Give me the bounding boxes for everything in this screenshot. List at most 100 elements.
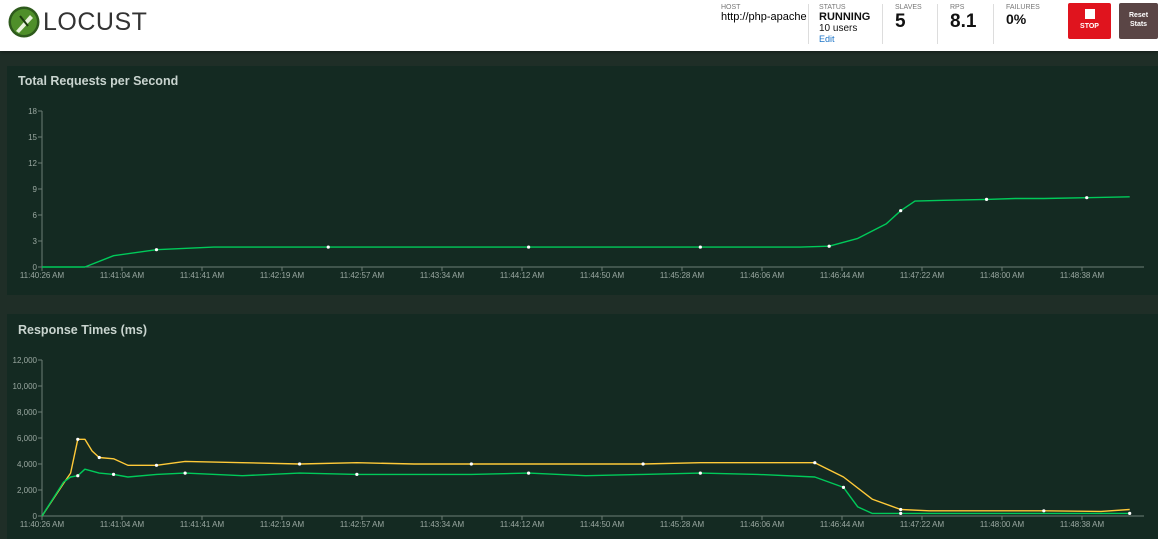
divider [937,4,938,44]
stop-label: STOP [1080,23,1099,30]
y-tick-label: 6 [33,211,38,220]
locust-logo-icon [8,6,40,38]
response-time-chart: 02,0004,0006,0008,00010,00012,00011:40:2… [13,356,1144,529]
data-point [1085,196,1089,200]
x-tick-label: 11:48:38 AM [1060,520,1105,529]
x-tick-label: 11:42:19 AM [260,271,305,280]
host-stat: HOST http://php-apache [721,4,807,23]
data-point [813,461,817,465]
data-point [183,471,187,475]
series-line [41,438,1130,517]
x-tick-label: 11:48:00 AM [980,271,1025,280]
status-label: STATUS [819,4,846,11]
data-point [111,472,116,476]
failures-stat: FAILURES 0% [1006,4,1040,27]
x-tick-label: 11:46:44 AM [820,271,865,280]
x-tick-label: 11:47:22 AM [900,271,945,280]
x-tick-label: 11:45:28 AM [660,271,705,280]
x-tick-label: 11:44:12 AM [500,271,545,280]
slaves-label: SLAVES [895,4,922,11]
data-point [641,462,645,466]
data-point [526,471,531,475]
data-point [899,511,903,515]
data-point [526,245,531,249]
failures-label: FAILURES [1006,4,1040,11]
divider [808,4,809,44]
failures-value: 0% [1006,11,1027,27]
x-tick-label: 11:48:38 AM [1060,271,1105,280]
response-time-chart-panel: Response Times (ms) 0 2,000 4,000 6,000 8,00… [7,314,1158,539]
x-tick-label: 11:42:19 AM [260,520,305,529]
slaves-stat: SLAVES 5 [895,4,922,33]
y-tick-label: 6,000 [17,434,38,443]
y-tick-label: 2,000 [17,486,38,495]
data-point [469,462,473,466]
y-tick-label: 10,000 [13,382,38,391]
rps-chart: 036912151811:40:26 AM 11:41:04 AM 11:41:41… [20,107,1144,280]
x-tick-label: 11:42:57 AM [340,520,385,529]
x-tick-label: 11:43:34 AM [420,271,465,280]
y-tick-label: 18 [28,107,37,116]
y-tick-label: 15 [28,133,37,142]
x-tick-label: 11:43:34 AM [420,520,465,529]
status-value: RUNNING [819,11,871,23]
edit-link[interactable]: Edit [819,34,870,44]
data-point [899,209,903,213]
x-tick-label: 11:45:28 AM [660,520,705,529]
y-tick-label: 4,000 [17,460,38,469]
rps-chart-panel: Total Requests per Second 0 3 6 9 12 15 18 11:4… [7,66,1158,295]
x-tick-label: 11:44:50 AM [580,271,625,280]
data-point [841,485,846,489]
data-point [76,437,80,441]
users-count: 10 users [819,23,858,34]
host-label: HOST [721,4,741,11]
data-point [899,507,903,512]
data-point [76,474,80,478]
stop-square-icon [1084,9,1095,19]
x-tick-label: 11:47:22 AM [900,520,945,529]
rps-label: RPS [950,4,965,11]
host-value: http://php-apache [721,11,807,23]
x-tick-label: 11:46:44 AM [820,520,865,529]
series-line [41,468,1130,517]
reset-label: Reset [1128,12,1149,19]
data-point [698,245,702,249]
data-point [1042,509,1046,513]
x-tick-label: 11:48:00 AM [980,520,1025,529]
reset-stats-button[interactable]: Reset Stats [1119,3,1158,39]
data-point [154,463,159,467]
y-tick-label: 3 [33,237,38,246]
stats-label: Stats [1129,21,1148,28]
data-point [298,462,302,466]
data-point [97,455,101,460]
rps-stat: RPS 8.1 [950,4,976,33]
divider [882,4,883,44]
x-tick-label: 11:41:04 AM [100,271,145,280]
stop-button[interactable]: STOP [1068,3,1111,39]
x-tick-label: 11:44:12 AM [500,520,545,529]
x-tick-label: 11:42:57 AM [340,271,385,280]
rps-value: 8.1 [950,11,977,32]
data-point [827,244,831,248]
y-tick-label: 12,000 [13,356,38,365]
y-tick-label: 9 [33,185,38,194]
data-point [326,245,330,249]
y-tick-label: 8,000 [17,408,38,417]
data-point [984,197,989,201]
y-tick-label: 12 [28,159,37,168]
top-bar: LOCUST HOST http://php-apache STATUS RUN… [0,0,1158,51]
data-point [154,248,159,252]
x-tick-label: 11:46:06 AM [740,271,785,280]
data-point [1128,511,1132,515]
series-line [42,196,1130,268]
x-tick-label: 11:41:41 AM [180,271,225,280]
x-tick-label: 11:46:06 AM [740,520,785,529]
divider [993,4,994,44]
x-tick-label: 11:41:41 AM [180,520,225,529]
data-point [698,471,702,475]
slaves-value: 5 [895,11,906,32]
app-title: LOCUST [43,8,148,36]
x-tick-label: 11:40:26 AM [20,271,65,280]
status-stat: STATUS RUNNING 10 users Edit [819,4,870,44]
data-point [355,472,359,476]
